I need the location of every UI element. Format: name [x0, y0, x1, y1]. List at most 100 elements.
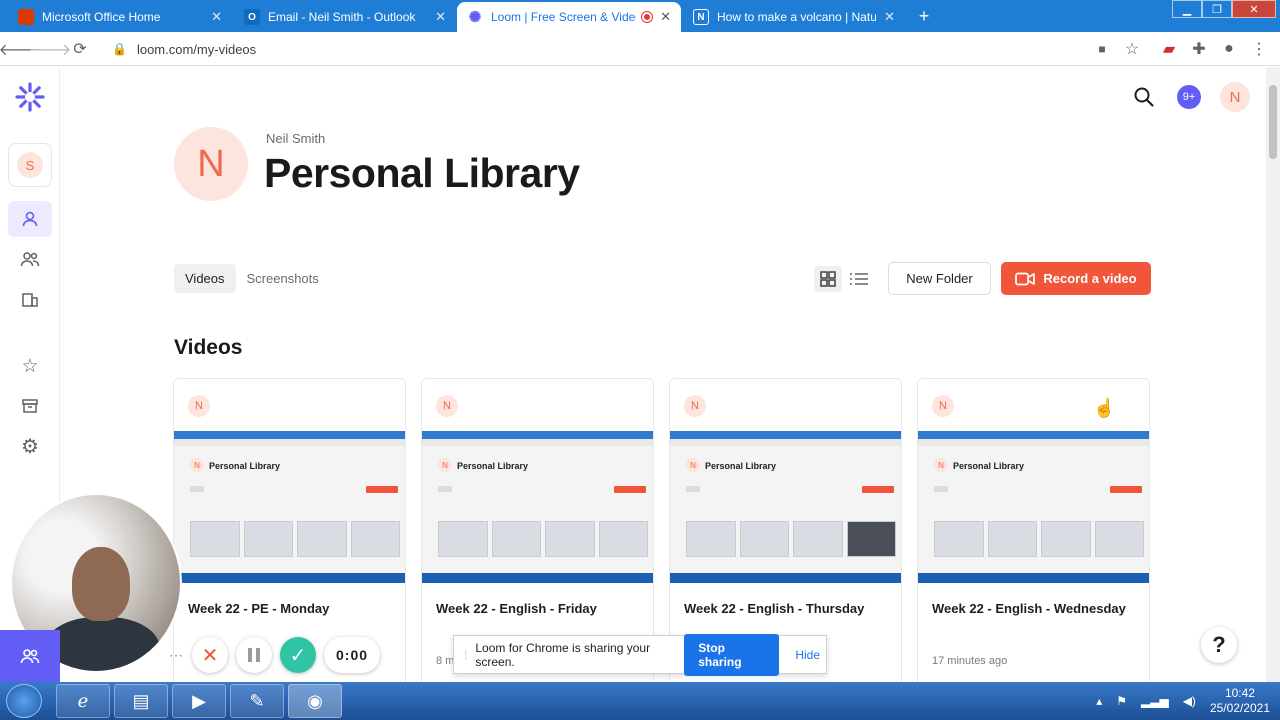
- loom-logo-icon[interactable]: [8, 79, 52, 115]
- search-button[interactable]: [1133, 86, 1155, 113]
- sidebar-item-team[interactable]: [8, 241, 52, 277]
- thumb-avatar: N: [190, 458, 204, 472]
- new-folder-button[interactable]: New Folder: [888, 262, 991, 295]
- person-icon: [22, 211, 38, 227]
- grid-view-button[interactable]: [814, 266, 842, 292]
- card-avatar: N: [436, 395, 458, 417]
- clock-date: 25/02/2021: [1209, 701, 1270, 715]
- video-thumbnail[interactable]: N Personal Library: [670, 431, 901, 583]
- grid-icon: [820, 271, 836, 287]
- star-icon[interactable]: ☆: [1122, 39, 1142, 59]
- scrollbar-thumb[interactable]: [1269, 85, 1277, 159]
- close-tab-icon[interactable]: ✕: [660, 9, 671, 25]
- more-options-icon[interactable]: ⋯: [168, 647, 184, 664]
- windows-taskbar: ℯ ▤ ▶ ✎ ◉ ▴ ⚑ ▂▃▅ ◀) 10:42 25/02/2021: [0, 682, 1280, 720]
- sidebar-item-workspace[interactable]: [8, 281, 52, 317]
- cancel-recording-button[interactable]: ✕: [192, 637, 228, 673]
- thumb-title: Personal Library: [953, 461, 1025, 471]
- forward-icon[interactable]: 🡒: [29, 39, 72, 59]
- library-tabs: Videos Screenshots: [174, 264, 330, 293]
- close-tab-icon[interactable]: ✕: [435, 9, 446, 25]
- program-icon[interactable]: ✎: [230, 684, 284, 718]
- back-icon[interactable]: 🡐: [0, 39, 41, 59]
- notifications-badge[interactable]: 9+: [1177, 85, 1201, 109]
- thumb-avatar: N: [438, 458, 452, 472]
- tab-loom[interactable]: ✺ Loom | Free Screen & Video ✕: [457, 2, 681, 32]
- media-player-icon[interactable]: ▶: [172, 684, 226, 718]
- stop-sharing-button[interactable]: Stop sharing: [684, 633, 780, 676]
- sidebar-item-starred[interactable]: ☆: [8, 348, 52, 384]
- video-thumbnail[interactable]: N Personal Library: [174, 431, 405, 583]
- video-thumbnail[interactable]: N Personal Library: [422, 431, 653, 583]
- hand-cursor-icon: ☝: [1093, 398, 1116, 418]
- maximize-icon[interactable]: ❐: [1202, 0, 1232, 18]
- user-avatar[interactable]: N: [1220, 82, 1250, 112]
- menu-icon[interactable]: ⋮: [1249, 39, 1269, 59]
- browser-tab-bar: Microsoft Office Home ✕ O Email - Neil S…: [0, 0, 1280, 32]
- file-explorer-icon[interactable]: ▤: [114, 684, 168, 718]
- outlook-icon: O: [244, 9, 260, 25]
- video-thumbnail[interactable]: N Personal Library: [918, 431, 1149, 583]
- new-tab-button[interactable]: +: [913, 6, 935, 28]
- people-button[interactable]: [0, 630, 60, 682]
- sidebar-item-archive[interactable]: [8, 388, 52, 424]
- reload-icon[interactable]: ⟳: [70, 39, 90, 59]
- tab-screenshots[interactable]: Screenshots: [236, 264, 330, 293]
- profile-icon[interactable]: ●: [1219, 39, 1239, 59]
- tab-office-home[interactable]: Microsoft Office Home ✕: [8, 2, 232, 32]
- help-button[interactable]: ?: [1201, 627, 1237, 663]
- sidebar-item-personal-library[interactable]: [8, 201, 52, 237]
- address-bar[interactable]: 🔒 loom.com/my-videos: [104, 36, 1154, 62]
- tab-volcano[interactable]: N How to make a volcano | Natural ✕: [683, 2, 905, 32]
- tray-arrow-icon[interactable]: ▴: [1096, 694, 1102, 708]
- lock-icon: 🔒: [112, 42, 127, 56]
- tab-videos[interactable]: Videos: [174, 264, 236, 293]
- minimize-icon[interactable]: ▁: [1172, 0, 1202, 18]
- sidebar-item-settings[interactable]: ⚙: [8, 428, 52, 464]
- camera-icon[interactable]: ■: [1092, 39, 1112, 59]
- scrollbar[interactable]: [1266, 67, 1280, 682]
- tab-outlook[interactable]: O Email - Neil Smith - Outlook ✕: [234, 2, 456, 32]
- recorder-controls: ⋯ ✕ ✓ 0:00: [168, 636, 381, 674]
- chrome-icon[interactable]: ◉: [288, 684, 342, 718]
- library-avatar: N: [174, 127, 248, 201]
- video-meta: 17 minutes ago: [932, 655, 1008, 667]
- thumb-title: Personal Library: [209, 461, 281, 471]
- internet-explorer-icon[interactable]: ℯ: [56, 684, 110, 718]
- close-window-icon[interactable]: ✕: [1232, 0, 1276, 18]
- sharing-message: Loom for Chrome is sharing your screen.: [475, 640, 651, 669]
- drag-handle-icon[interactable]: ⁞: [464, 648, 467, 662]
- hide-button[interactable]: Hide: [789, 644, 826, 666]
- video-title[interactable]: Week 22 - English - Friday: [436, 601, 597, 616]
- gear-icon: ⚙: [21, 435, 39, 458]
- notion-icon: N: [693, 9, 709, 25]
- loom-icon: ✺: [468, 9, 482, 26]
- video-title[interactable]: Week 22 - English - Thursday: [684, 601, 864, 616]
- close-tab-icon[interactable]: ✕: [884, 9, 895, 25]
- finish-recording-button[interactable]: ✓: [280, 637, 316, 673]
- flag-icon[interactable]: ⚑: [1116, 694, 1127, 708]
- close-tab-icon[interactable]: ✕: [211, 9, 222, 25]
- volume-icon[interactable]: ◀): [1183, 694, 1196, 708]
- pause-button[interactable]: [236, 637, 272, 673]
- list-icon: [850, 273, 868, 285]
- thumb-title: Personal Library: [457, 461, 529, 471]
- clock[interactable]: 10:42 25/02/2021: [1210, 686, 1270, 716]
- list-view-button[interactable]: [846, 266, 872, 292]
- workspace-avatar[interactable]: S: [8, 143, 52, 187]
- network-icon[interactable]: ▂▃▅: [1141, 694, 1169, 708]
- record-label: Record a video: [1043, 271, 1137, 286]
- extensions-icon[interactable]: ✚: [1189, 39, 1209, 59]
- pdf-extension-icon[interactable]: ▰: [1159, 39, 1179, 59]
- video-title[interactable]: Week 22 - English - Wednesday: [932, 601, 1126, 616]
- video-card[interactable]: N N Personal Library Week 22 - English -…: [917, 378, 1150, 688]
- video-title[interactable]: Week 22 - PE - Monday: [188, 601, 329, 616]
- video-camera-icon: [1015, 272, 1036, 285]
- pause-icon: [248, 648, 260, 662]
- record-video-button[interactable]: Record a video: [1001, 262, 1151, 295]
- star-icon: ☆: [21, 355, 39, 377]
- start-button[interactable]: [6, 684, 42, 718]
- card-avatar: N: [684, 395, 706, 417]
- system-tray: ▴ ⚑ ▂▃▅ ◀) 10:42 25/02/2021: [1096, 686, 1270, 716]
- window-controls: ▁ ❐ ✕: [1172, 0, 1276, 18]
